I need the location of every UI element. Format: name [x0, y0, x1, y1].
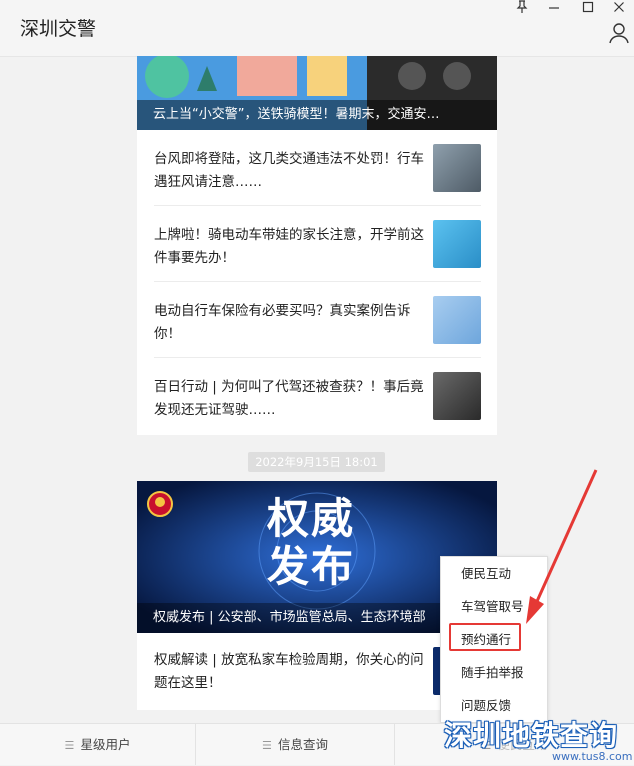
news-item[interactable]: 电动自行车保险有必要买吗？真实案例告诉你！ — [137, 282, 497, 358]
menu-icon: ☰ — [262, 739, 272, 752]
tab-star-user[interactable]: ☰ 星级用户 — [0, 724, 195, 765]
watermark-url: www.tus8.com — [552, 750, 633, 763]
window-title: 深圳交警 — [20, 18, 97, 40]
menu-icon: ☰ — [64, 739, 75, 752]
article-banner-top[interactable]: 云上当“小交警”，送铁骑模型！暑期末，交通安… — [137, 56, 497, 130]
police-emblem-icon — [147, 491, 173, 517]
pin-icon — [516, 0, 528, 13]
news-title: 权威解读 | 放宽私家车检验周期，你关心的问题在这里！ — [154, 652, 424, 691]
watermark-main: 深圳地铁查询 — [444, 719, 619, 752]
tab-label: 星级用户 — [80, 737, 131, 752]
banner-headline-line2: 发布 — [267, 542, 356, 591]
menu-item-photo-report[interactable]: 随手拍举报 — [441, 656, 547, 689]
maximize-icon — [582, 1, 594, 13]
news-title: 百日行动 | 为何叫了代驾还被查获？！事后竟发现还无证驾驶…… — [154, 379, 424, 418]
news-item[interactable]: 上牌啦！骑电动车带娃的家长注意，开学前这件事要先办！ — [137, 206, 497, 282]
news-title: 电动自行车保险有必要买吗？真实案例告诉你！ — [154, 303, 411, 342]
red-arrow-icon — [526, 469, 598, 624]
banner-caption: 云上当“小交警”，送铁骑模型！暑期末，交通安… — [137, 100, 497, 130]
news-thumbnail — [433, 144, 481, 192]
news-thumbnail — [433, 372, 481, 420]
news-list: 台风即将登陆，这几类交通违法不处罚！行车遇狂风请注意…… 上牌啦！骑电动车带娃的… — [137, 130, 497, 435]
maximize-button[interactable] — [574, 0, 602, 18]
close-button[interactable] — [605, 0, 633, 18]
highlight-box — [449, 623, 521, 651]
tab-label: 信息查询 — [277, 737, 328, 752]
pin-button[interactable] — [508, 0, 536, 18]
minimize-button[interactable] — [540, 0, 568, 18]
news-title: 上牌啦！骑电动车带娃的家长注意，开学前这件事要先办！ — [154, 227, 424, 266]
user-icon[interactable] — [608, 22, 630, 44]
minimize-icon — [549, 7, 559, 9]
tab-info-query[interactable]: ☰ 信息查询 — [196, 724, 394, 765]
banner-headline: 权威 发布 — [267, 495, 355, 591]
news-title: 台风即将登陆，这几类交通违法不处罚！行车遇狂风请注意…… — [154, 151, 424, 190]
banner-headline-line1: 权威 — [267, 494, 356, 543]
title-bar: 深圳交警 — [0, 0, 634, 57]
close-icon — [614, 2, 624, 12]
news-thumbnail — [433, 220, 481, 268]
menu-item-feedback[interactable]: 问题反馈 — [441, 689, 547, 722]
news-item[interactable]: 百日行动 | 为何叫了代驾还被查获？！事后竟发现还无证驾驶…… — [137, 358, 497, 434]
news-item[interactable]: 台风即将登陆，这几类交通违法不处罚！行车遇狂风请注意…… — [137, 130, 497, 206]
news-thumbnail — [433, 296, 481, 344]
site-watermark: 深圳地铁查询 www.tus8.com — [444, 719, 634, 764]
message-timestamp: 2022年9月15日 18:01 — [248, 452, 385, 472]
